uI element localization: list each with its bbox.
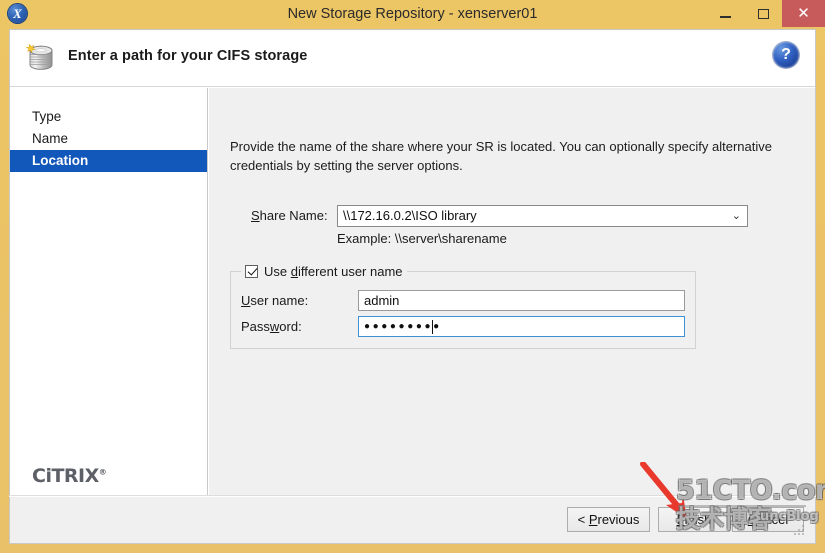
sidebar-item-location[interactable]: Location <box>10 150 207 172</box>
text-caret <box>432 320 433 334</box>
close-icon: ✕ <box>797 5 810 22</box>
resize-grip-icon[interactable] <box>794 525 806 537</box>
window-controls: ✕ <box>706 0 825 27</box>
username-input[interactable]: admin <box>358 290 685 311</box>
dialog-footer: < Previous Finish Cancel <box>9 497 816 544</box>
screenshot-root: X New Storage Repository - xenserver01 ✕ <box>0 0 825 553</box>
wizard-header: Enter a path for your CIFS storage ? <box>10 30 815 87</box>
username-row: User name: admin <box>241 290 685 312</box>
share-name-label: Share Name: <box>251 205 328 227</box>
wizard-step-sidebar: Type Name Location CiTRIX® <box>10 88 208 519</box>
password-value: ●●●●●●●●● <box>364 321 442 332</box>
share-name-label-accel: S <box>251 208 260 223</box>
citrix-logo-text: CiTRIX <box>32 465 99 487</box>
dialog-client-area: Enter a path for your CIFS storage ? Typ… <box>9 29 816 519</box>
maximize-icon <box>757 8 769 19</box>
intro-text: Provide the name of the share where your… <box>230 139 772 173</box>
citrix-logo-mark: ® <box>98 467 107 477</box>
username-value: admin <box>364 293 400 308</box>
storage-repository-icon <box>21 38 61 78</box>
share-name-label-tail: are Name: <box>266 208 328 223</box>
wizard-content-panel: Provide the name of the share where your… <box>209 88 815 519</box>
password-input[interactable]: ●●●●●●●●● <box>358 316 685 337</box>
use-different-user-name-checkbox[interactable]: Use different user name <box>241 262 407 280</box>
page-title: Enter a path for your CIFS storage <box>68 48 308 64</box>
finish-button-label: Finish <box>676 512 712 527</box>
password-row: Password: ●●●●●●●●● <box>241 316 685 338</box>
maximize-button[interactable] <box>744 0 782 27</box>
share-name-row: Share Name: \\172.16.0.2\ISO library ⌄ <box>230 205 802 229</box>
credentials-groupbox: Use different user name User name: admin… <box>230 262 696 349</box>
sidebar-item-name[interactable]: Name <box>10 128 207 150</box>
share-name-combobox[interactable]: \\172.16.0.2\ISO library ⌄ <box>337 205 748 227</box>
checkbox-indicator[interactable] <box>245 264 258 278</box>
share-name-label-rest: h <box>259 208 267 223</box>
sidebar-item-type[interactable]: Type <box>10 106 207 128</box>
password-label: Password: <box>241 319 302 334</box>
window-frame: X New Storage Repository - xenserver01 ✕ <box>0 0 825 553</box>
chevron-down-icon[interactable]: ⌄ <box>732 206 741 226</box>
username-label: User name: <box>241 293 309 308</box>
previous-button-label: < Previous <box>577 512 640 527</box>
help-label: ? <box>781 46 791 63</box>
help-question-icon[interactable]: ? <box>773 42 799 68</box>
use-different-user-name-label: Use different user name <box>264 263 403 279</box>
minimize-icon <box>719 15 731 18</box>
close-button[interactable]: ✕ <box>782 0 825 27</box>
title-bar: X New Storage Repository - xenserver01 ✕ <box>0 0 825 28</box>
window-title: New Storage Repository - xenserver01 <box>287 6 538 22</box>
finish-button[interactable]: Finish <box>658 507 730 532</box>
previous-button[interactable]: < Previous <box>567 507 650 532</box>
minimize-button[interactable] <box>706 0 744 27</box>
share-name-example: Example: \\server\sharename <box>337 231 507 246</box>
citrix-logo: CiTRIX® <box>32 465 107 487</box>
share-name-value: \\172.16.0.2\ISO library <box>343 208 477 223</box>
cancel-button-label: Cancel <box>747 512 789 527</box>
